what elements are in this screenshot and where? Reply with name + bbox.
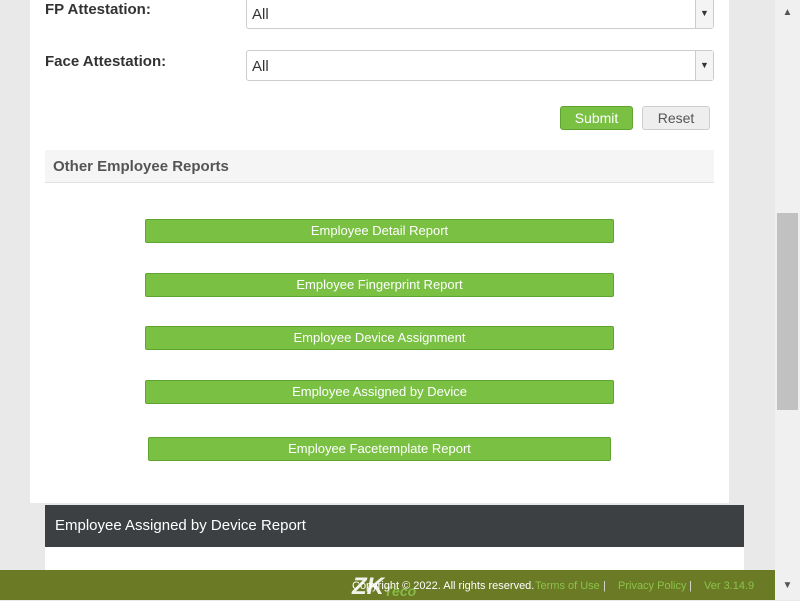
- employee-detail-report-button[interactable]: Employee Detail Report: [145, 219, 614, 243]
- other-reports-heading: Other Employee Reports: [45, 150, 714, 183]
- face-attestation-label: Face Attestation:: [45, 53, 167, 70]
- submit-button[interactable]: Submit: [560, 106, 633, 130]
- face-attestation-value: All: [252, 58, 269, 75]
- scrollbar-thumb[interactable]: [777, 213, 798, 410]
- report-body: [45, 547, 744, 570]
- scrollbar[interactable]: ▲ ▼: [775, 0, 800, 600]
- face-attestation-select[interactable]: All ▼: [246, 50, 714, 81]
- fp-attestation-select[interactable]: All ▼: [246, 0, 714, 29]
- divider: |: [603, 580, 606, 592]
- employee-facetemplate-report-button[interactable]: Employee Facetemplate Report: [148, 437, 611, 461]
- fp-attestation-value: All: [252, 6, 269, 23]
- reset-button[interactable]: Reset: [642, 106, 710, 130]
- employee-assigned-by-device-button[interactable]: Employee Assigned by Device: [145, 380, 614, 404]
- footer: ZK Teco Copyright © 2022. All rights rese…: [0, 570, 775, 600]
- divider: |: [689, 580, 692, 592]
- scroll-down-icon[interactable]: ▼: [775, 580, 800, 591]
- version-text: Ver 3.14.9: [704, 580, 755, 592]
- scroll-up-icon[interactable]: ▲: [775, 7, 800, 18]
- terms-link[interactable]: Terms of Use: [535, 580, 600, 592]
- employee-fingerprint-report-button[interactable]: Employee Fingerprint Report: [145, 273, 614, 297]
- copyright-text: Copyright © 2022. All rights reserved.: [352, 580, 535, 592]
- chevron-down-icon[interactable]: ▼: [695, 0, 713, 28]
- employee-device-assignment-button[interactable]: Employee Device Assignment: [145, 326, 614, 350]
- chevron-down-icon[interactable]: ▼: [695, 51, 713, 80]
- report-header: Employee Assigned by Device Report: [45, 505, 744, 547]
- fp-attestation-label: FP Attestation:: [45, 1, 151, 18]
- privacy-link[interactable]: Privacy Policy: [618, 580, 686, 592]
